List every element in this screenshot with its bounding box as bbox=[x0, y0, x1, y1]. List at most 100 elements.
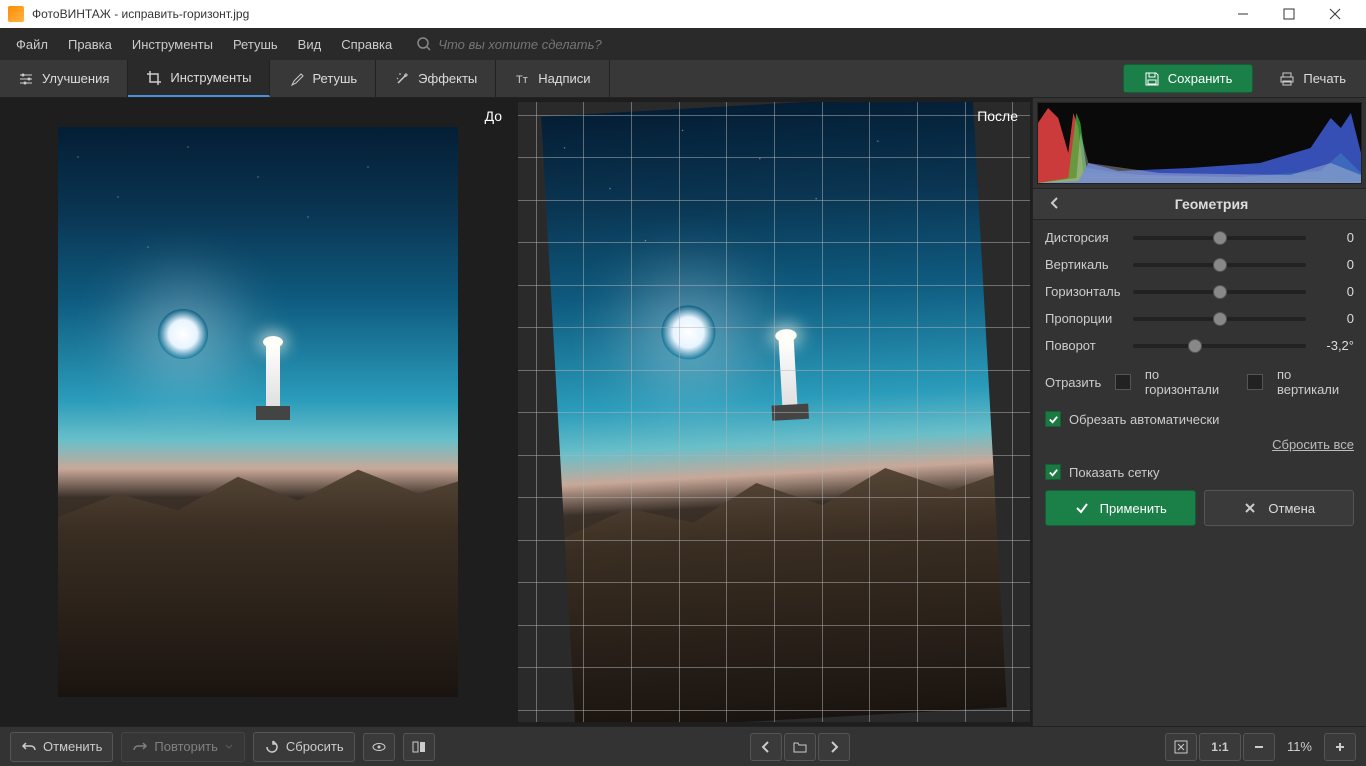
prev-file-button[interactable] bbox=[750, 733, 782, 761]
cancel-button[interactable]: Отмена bbox=[1204, 490, 1355, 526]
minimize-button[interactable] bbox=[1220, 0, 1266, 28]
tab-label: Инструменты bbox=[170, 70, 251, 85]
menu-view[interactable]: Вид bbox=[290, 33, 330, 56]
auto-crop-checkbox[interactable] bbox=[1045, 411, 1061, 427]
print-icon bbox=[1279, 71, 1295, 87]
save-label: Сохранить bbox=[1168, 71, 1233, 86]
tab-enhance[interactable]: Улучшения bbox=[0, 60, 128, 97]
flip-label: Отразить bbox=[1045, 375, 1101, 390]
menu-retouch[interactable]: Ретушь bbox=[225, 33, 286, 56]
back-button[interactable] bbox=[1043, 191, 1067, 218]
slider-label: Горизонталь bbox=[1045, 284, 1125, 299]
save-icon bbox=[1144, 71, 1160, 87]
undo-label: Отменить bbox=[43, 739, 102, 754]
panel-header: Геометрия bbox=[1033, 188, 1366, 220]
menu-file[interactable]: Файл bbox=[8, 33, 56, 56]
redo-icon bbox=[132, 739, 148, 755]
tabs-bar: Улучшения Инструменты Ретушь Эффекты Tᴛ … bbox=[0, 60, 1366, 98]
reset-button[interactable]: Сбросить bbox=[253, 732, 355, 762]
slider-дисторсия: Дисторсия 0 bbox=[1045, 230, 1354, 245]
auto-crop-label: Обрезать автоматически bbox=[1069, 412, 1219, 427]
slider-track[interactable] bbox=[1133, 236, 1306, 240]
slider-track[interactable] bbox=[1133, 344, 1306, 348]
compare-icon bbox=[411, 739, 427, 755]
slider-label: Дисторсия bbox=[1045, 230, 1125, 245]
file-nav bbox=[750, 733, 850, 761]
slider-track[interactable] bbox=[1133, 263, 1306, 267]
eye-toggle-button[interactable] bbox=[363, 733, 395, 761]
tab-label: Улучшения bbox=[42, 71, 109, 86]
show-grid-label: Показать сетку bbox=[1069, 465, 1159, 480]
redo-label: Повторить bbox=[154, 739, 217, 754]
undo-icon bbox=[21, 739, 37, 755]
flip-v-label: по вертикали bbox=[1277, 367, 1354, 397]
window-title: ФотоВИНТАЖ - исправить-горизонт.jpg bbox=[32, 7, 1220, 21]
close-button[interactable] bbox=[1312, 0, 1358, 28]
tab-tools[interactable]: Инструменты bbox=[128, 60, 270, 97]
tab-retouch[interactable]: Ретушь bbox=[270, 60, 376, 97]
menu-edit[interactable]: Правка bbox=[60, 33, 120, 56]
svg-text:Tᴛ: Tᴛ bbox=[516, 74, 528, 86]
print-label: Печать bbox=[1303, 71, 1346, 86]
tab-effects[interactable]: Эффекты bbox=[376, 60, 496, 97]
flip-h-checkbox[interactable] bbox=[1115, 374, 1130, 390]
zoom-1to1-button[interactable]: 1:1 bbox=[1199, 733, 1241, 761]
slider-пропорции: Пропорции 0 bbox=[1045, 311, 1354, 326]
slider-label: Вертикаль bbox=[1045, 257, 1125, 272]
crop-icon bbox=[146, 70, 162, 86]
panel-title: Геометрия bbox=[1175, 196, 1249, 212]
zoom-out-button[interactable] bbox=[1243, 733, 1275, 761]
show-grid-row: Показать сетку bbox=[1045, 464, 1354, 480]
app-icon bbox=[8, 6, 24, 22]
slider-thumb[interactable] bbox=[1213, 258, 1227, 272]
slider-thumb[interactable] bbox=[1213, 285, 1227, 299]
flip-v-checkbox[interactable] bbox=[1247, 374, 1262, 390]
apply-button[interactable]: Применить bbox=[1045, 490, 1196, 526]
menu-bar: Файл Правка Инструменты Ретушь Вид Справ… bbox=[0, 28, 1366, 60]
open-folder-button[interactable] bbox=[784, 733, 816, 761]
slider-поворот: Поворот -3,2° bbox=[1045, 338, 1354, 353]
tab-label: Эффекты bbox=[418, 71, 477, 86]
help-search bbox=[416, 36, 638, 52]
reset-icon bbox=[264, 739, 280, 755]
slider-value: -3,2° bbox=[1314, 338, 1354, 353]
cancel-label: Отмена bbox=[1268, 501, 1315, 516]
tab-label: Надписи bbox=[538, 71, 590, 86]
slider-thumb[interactable] bbox=[1188, 339, 1202, 353]
chevron-left-icon bbox=[758, 739, 774, 755]
undo-button[interactable]: Отменить bbox=[10, 732, 113, 762]
redo-button[interactable]: Повторить bbox=[121, 732, 244, 762]
print-button[interactable]: Печать bbox=[1259, 60, 1366, 97]
fit-icon bbox=[1173, 739, 1189, 755]
slider-thumb[interactable] bbox=[1213, 312, 1227, 326]
zoom-1to1-label: 1:1 bbox=[1211, 740, 1228, 754]
maximize-button[interactable] bbox=[1266, 0, 1312, 28]
folder-icon bbox=[792, 739, 808, 755]
tab-label: Ретушь bbox=[312, 71, 357, 86]
viewport-after[interactable]: После bbox=[518, 102, 1030, 722]
flip-row: Отразить по горизонтали по вертикали bbox=[1045, 367, 1354, 397]
zoom-in-button[interactable] bbox=[1324, 733, 1356, 761]
slider-track[interactable] bbox=[1133, 317, 1306, 321]
after-label: После bbox=[977, 108, 1018, 124]
search-input[interactable] bbox=[438, 37, 638, 52]
menu-help[interactable]: Справка bbox=[333, 33, 400, 56]
slider-thumb[interactable] bbox=[1213, 231, 1227, 245]
show-grid-checkbox[interactable] bbox=[1045, 464, 1061, 480]
next-file-button[interactable] bbox=[818, 733, 850, 761]
compare-toggle-button[interactable] bbox=[403, 733, 435, 761]
image-after bbox=[574, 127, 974, 697]
histogram[interactable] bbox=[1037, 102, 1362, 184]
save-button[interactable]: Сохранить bbox=[1123, 64, 1254, 93]
fit-screen-button[interactable] bbox=[1165, 733, 1197, 761]
viewport-before[interactable]: До bbox=[2, 102, 514, 722]
chevron-right-icon bbox=[826, 739, 842, 755]
right-panel: Геометрия Дисторсия 0Вертикаль 0Горизонт… bbox=[1032, 98, 1366, 726]
close-icon bbox=[1242, 500, 1258, 516]
brush-icon bbox=[288, 71, 304, 87]
menu-tools[interactable]: Инструменты bbox=[124, 33, 221, 56]
minus-icon bbox=[1251, 739, 1267, 755]
tab-text[interactable]: Tᴛ Надписи bbox=[496, 60, 609, 97]
reset-all-link[interactable]: Сбросить все bbox=[1272, 437, 1354, 452]
slider-track[interactable] bbox=[1133, 290, 1306, 294]
